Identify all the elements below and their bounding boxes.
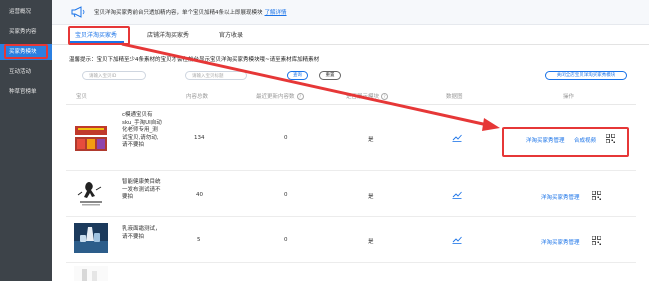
product-name[interactable]: 智能健康美目统一发布测试请不要拍 — [122, 179, 162, 202]
tab-shop-buyer-show[interactable]: 店铺洋淘买家秀 — [147, 30, 189, 39]
help-icon[interactable]: ? — [296, 93, 304, 100]
trend-chart-icon[interactable] — [452, 134, 462, 142]
trend-chart-icon[interactable] — [452, 236, 462, 244]
sidebar-item-overview[interactable]: 运营概况 — [0, 4, 52, 20]
notice-text: 宝贝洋淘买家秀前台只透加精内容，单个宝贝加精4条以上即展现模块 了解详情 — [94, 8, 287, 16]
trend-chart-icon[interactable] — [452, 191, 462, 199]
product-image — [74, 123, 108, 153]
header-recent-label: 最近更新内容数 — [256, 94, 295, 100]
warm-tip: 温馨提示：宝贝下加精至少4条素材的宝贝才会在前台显示宝贝洋淘买家秀模块哦~请至素… — [69, 57, 320, 63]
learn-more-link[interactable]: 了解详情 — [265, 10, 287, 16]
total-count: 5 — [197, 237, 201, 243]
buyer-show-manage-link[interactable]: 洋淘买家秀管理 — [541, 193, 580, 201]
module-shown: 是 — [368, 137, 374, 143]
product-image — [74, 266, 108, 281]
product-image — [74, 178, 108, 208]
sidebar: 运营概况 买家秀内容 买家秀模块 互动活动 种草官榜单 — [0, 0, 52, 281]
query-button[interactable]: 查询 — [287, 71, 308, 80]
tab-official-inclusion[interactable]: 官方收录 — [219, 30, 243, 39]
product-image — [74, 223, 108, 253]
sidebar-item-seeding-leaderboard[interactable]: 种草官榜单 — [0, 84, 52, 100]
recent-count: 0 — [284, 135, 288, 141]
module-shown: 是 — [368, 239, 374, 245]
sidebar-highlight-box — [4, 44, 48, 59]
recent-count: 0 — [284, 192, 288, 198]
sidebar-item-buyer-show-content[interactable]: 买家秀内容 — [0, 24, 52, 40]
header-recent: 最近更新内容数? — [256, 92, 304, 100]
recent-count: 0 — [284, 237, 288, 243]
item-title-input[interactable]: 请输入宝贝标题 — [185, 71, 247, 80]
module-shown: 是 — [368, 194, 374, 200]
product-thumbnail[interactable] — [74, 266, 108, 281]
sidebar-item-interactive-activities[interactable]: 互动活动 — [0, 64, 52, 80]
product-thumbnail[interactable] — [74, 223, 108, 253]
product-thumbnail[interactable] — [74, 178, 108, 208]
qrcode-icon[interactable] — [592, 236, 601, 245]
reset-button[interactable]: 重置 — [319, 71, 341, 80]
tab-bar: 宝贝洋淘买家秀 店铺洋淘买家秀 官方收录 — [52, 24, 649, 45]
header-total: 内容总数 — [186, 94, 209, 100]
qrcode-icon[interactable] — [592, 191, 601, 200]
table-header: 宝贝 内容总数 最近更新内容数? 是否展示模块? 数据图 操作 — [66, 88, 636, 105]
header-chart: 数据图 — [446, 94, 463, 100]
megaphone-icon — [71, 6, 85, 18]
header-module-label: 是否展示模块 — [346, 94, 380, 100]
notice-message: 宝贝洋淘买家秀前台只透加精内容，单个宝贝加精4条以上即展现模块 — [94, 10, 263, 16]
item-id-input[interactable]: 请输入宝贝ID — [82, 71, 146, 80]
product-name[interactable]: c模通宝贝有sku_手淘UI自动化老师专用_测试宝贝,请勿动,请不要拍 — [122, 112, 162, 150]
operation-highlight-box — [502, 127, 629, 157]
header-module: 是否展示模块? — [346, 92, 389, 100]
product-name[interactable]: 乳液面霜测试，请不要拍 — [122, 226, 162, 241]
main-content: 宝贝洋淘买家秀前台只透加精内容，单个宝贝加精4条以上即展现模块 了解详情 宝贝洋淘… — [52, 0, 649, 281]
total-count: 134 — [194, 135, 205, 141]
total-count: 40 — [196, 192, 203, 198]
product-thumbnail[interactable] — [74, 123, 108, 153]
help-icon[interactable]: ? — [381, 93, 389, 100]
buyer-show-manage-link[interactable]: 洋淘买家秀管理 — [541, 238, 580, 246]
table-row: 智能健康美目统一发布测试请不要拍 40 0 是 洋淘买家秀管理 — [66, 171, 636, 217]
header-item: 宝贝 — [76, 94, 88, 100]
header-ops: 操作 — [563, 94, 575, 100]
table-row: 乳液面霜测试，请不要拍 5 0 是 洋淘买家秀管理 — [66, 217, 636, 263]
notice-bar: 宝贝洋淘买家秀前台只透加精内容，单个宝贝加精4条以上即展现模块 了解详情 — [52, 0, 649, 25]
tab-highlight-box — [68, 26, 130, 45]
close-all-module-button[interactable]: 关闭全店宝贝洋淘买家秀模块 — [545, 71, 627, 80]
